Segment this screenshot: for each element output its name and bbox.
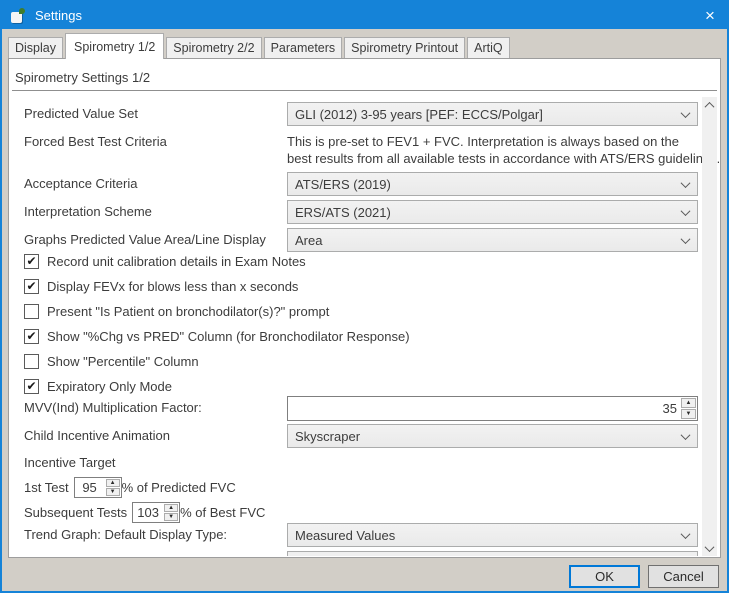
checkbox-expiratory-only-label: Expiratory Only Mode — [47, 379, 172, 394]
spin-down-icon[interactable]: ▼ — [106, 488, 120, 496]
clipped-next-control — [287, 551, 698, 556]
settings-dialog: Settings × Display Spirometry 1/2 Spirom… — [0, 0, 729, 593]
acceptance-criteria-select[interactable]: ATS/ERS (2019) — [287, 172, 698, 196]
checkbox-record-calibration[interactable]: ✔ — [24, 254, 39, 269]
heading-divider — [12, 90, 717, 91]
mvv-factor-spinner: ▲ ▼ — [287, 396, 698, 421]
chevron-down-icon — [681, 206, 691, 216]
spin-up-icon[interactable]: ▲ — [106, 479, 120, 487]
close-icon[interactable]: × — [693, 2, 727, 29]
tab-spirometry-printout[interactable]: Spirometry Printout — [344, 37, 465, 58]
scroll-up-button[interactable] — [702, 97, 717, 113]
incentive-target-heading: Incentive Target — [24, 455, 116, 470]
predicted-value-set-label: Predicted Value Set — [24, 102, 138, 126]
subsequent-tests-label: Subsequent Tests — [24, 505, 127, 520]
checkbox-percentile-column[interactable] — [24, 354, 39, 369]
trend-graph-label: Trend Graph: Default Display Type: — [24, 523, 227, 547]
chevron-down-icon — [705, 542, 715, 552]
graphs-display-select[interactable]: Area — [287, 228, 698, 252]
first-test-spinner: ▲ ▼ — [74, 477, 122, 498]
subsequent-tests-suffix: % of Best FVC — [180, 505, 265, 520]
subsequent-tests-percent-input[interactable] — [133, 503, 163, 522]
spin-down-icon[interactable]: ▼ — [681, 409, 696, 419]
vertical-scrollbar[interactable] — [702, 97, 717, 556]
spin-up-icon[interactable]: ▲ — [681, 398, 696, 408]
tab-parameters[interactable]: Parameters — [264, 37, 343, 58]
tab-spirometry-1-2[interactable]: Spirometry 1/2 — [65, 33, 164, 59]
checkbox-chg-vs-pred-label: Show "%Chg vs PRED" Column (for Bronchod… — [47, 329, 410, 344]
section-heading: Spirometry Settings 1/2 — [15, 70, 150, 85]
chevron-down-icon — [681, 108, 691, 118]
mvv-factor-input[interactable] — [288, 397, 680, 420]
first-test-percent-input[interactable] — [75, 478, 105, 497]
tab-display[interactable]: Display — [8, 37, 63, 58]
checkbox-bronchodilator-prompt[interactable] — [24, 304, 39, 319]
mvv-factor-label: MVV(Ind) Multiplication Factor: — [24, 396, 202, 420]
first-test-label: 1st Test — [24, 480, 69, 495]
child-incentive-label: Child Incentive Animation — [24, 424, 170, 448]
tab-artiq[interactable]: ArtiQ — [467, 37, 509, 58]
window-title: Settings — [35, 8, 82, 23]
child-incentive-select[interactable]: Skyscraper — [287, 424, 698, 448]
checkbox-percentile-column-label: Show "Percentile" Column — [47, 354, 199, 369]
app-icon — [11, 8, 26, 23]
spin-up-icon[interactable]: ▲ — [164, 504, 178, 512]
chevron-down-icon — [681, 234, 691, 244]
forced-best-test-label: Forced Best Test Criteria — [24, 133, 167, 150]
tab-page-spirometry-1-2: Spirometry Settings 1/2 Predicted Value … — [8, 58, 721, 558]
spin-down-icon[interactable]: ▼ — [164, 513, 178, 521]
scroll-down-button[interactable] — [702, 540, 717, 556]
checkbox-chg-vs-pred[interactable]: ✔ — [24, 329, 39, 344]
chevron-down-icon — [681, 529, 691, 539]
interpretation-scheme-select[interactable]: ERS/ATS (2021) — [287, 200, 698, 224]
chevron-down-icon — [681, 178, 691, 188]
checkbox-display-fevx-label: Display FEVx for blows less than x secon… — [47, 279, 298, 294]
titlebar: Settings × — [2, 2, 727, 29]
acceptance-criteria-label: Acceptance Criteria — [24, 172, 137, 196]
checkbox-expiratory-only[interactable]: ✔ — [24, 379, 39, 394]
checkbox-bronchodilator-prompt-label: Present "Is Patient on bronchodilator(s)… — [47, 304, 329, 319]
forced-best-test-info-line2: best results from all available tests in… — [287, 150, 717, 167]
forced-best-test-info-line1: This is pre-set to FEV1 + FVC. Interpret… — [287, 133, 717, 150]
tab-spirometry-2-2[interactable]: Spirometry 2/2 — [166, 37, 261, 58]
cancel-button[interactable]: Cancel — [648, 565, 719, 588]
settings-scroll-area: Predicted Value Set GLI (2012) 3-95 year… — [10, 97, 719, 556]
tab-strip: Display Spirometry 1/2 Spirometry 2/2 Pa… — [8, 33, 512, 58]
trend-graph-select[interactable]: Measured Values — [287, 523, 698, 547]
interpretation-scheme-label: Interpretation Scheme — [24, 200, 152, 224]
graphs-display-label: Graphs Predicted Value Area/Line Display — [24, 228, 266, 252]
checkbox-record-calibration-label: Record unit calibration details in Exam … — [47, 254, 306, 269]
chevron-down-icon — [681, 430, 691, 440]
ok-button[interactable]: OK — [569, 565, 640, 588]
dialog-body: Display Spirometry 1/2 Spirometry 2/2 Pa… — [2, 29, 727, 591]
predicted-value-set-select[interactable]: GLI (2012) 3-95 years [PEF: ECCS/Polgar] — [287, 102, 698, 126]
chevron-up-icon — [705, 101, 715, 111]
subsequent-tests-spinner: ▲ ▼ — [132, 502, 180, 523]
first-test-suffix: % of Predicted FVC — [122, 480, 236, 495]
checkbox-display-fevx[interactable]: ✔ — [24, 279, 39, 294]
app-icon-leaf — [19, 8, 25, 14]
